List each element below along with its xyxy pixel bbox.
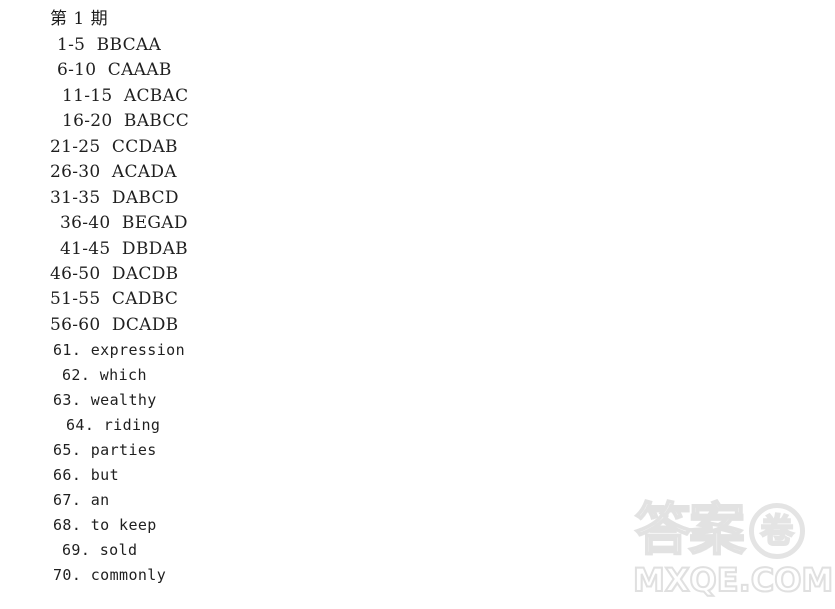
answer-line: 51-55 CADBC xyxy=(50,289,179,309)
answer-line: 63. wealthy xyxy=(53,391,157,409)
answer-line: 26-30 ACADA xyxy=(50,162,177,182)
watermark-cjk-text: 答案 xyxy=(634,498,746,563)
answer-line: 68. to keep xyxy=(53,516,157,534)
answer-line: 21-25 CCDAB xyxy=(50,137,178,157)
page-title: 第 1 期 xyxy=(50,9,109,29)
answer-line: 65. parties xyxy=(53,441,157,459)
answer-line: 69. sold xyxy=(62,541,138,559)
answer-line: 16-20 BABCC xyxy=(62,111,190,131)
answer-line: 56-60 DCADB xyxy=(50,315,179,335)
answer-sheet-page: 第 1 期 1-5 BBCAA 6-10 CAAAB 11-15 ACBAC 16-2… xyxy=(0,0,835,609)
answer-line: 70. commonly xyxy=(53,566,167,584)
answer-line: 6-10 CAAAB xyxy=(57,60,172,80)
watermark-domain-text: MXQE.COM xyxy=(632,560,834,600)
watermark-ring-glyph: 卷 xyxy=(760,510,795,551)
watermark-ring-icon: 卷 xyxy=(749,503,805,559)
answer-line: 46-50 DACDB xyxy=(50,264,179,284)
answer-line: 11-15 ACBAC xyxy=(62,86,189,106)
watermark: 答案 卷 MXQE.COM xyxy=(629,498,834,607)
answer-line: 36-40 BEGAD xyxy=(60,213,188,233)
answer-line: 66. but xyxy=(53,466,120,484)
answer-line: 31-35 DABCD xyxy=(50,188,179,208)
answer-line: 62. which xyxy=(62,366,147,384)
answer-line: 1-5 BBCAA xyxy=(57,35,162,55)
answer-line: 64. riding xyxy=(66,416,161,434)
answer-line: 67. an xyxy=(53,491,110,509)
answer-line: 41-45 DBDAB xyxy=(60,239,188,259)
answer-line: 61. expression xyxy=(53,341,186,359)
